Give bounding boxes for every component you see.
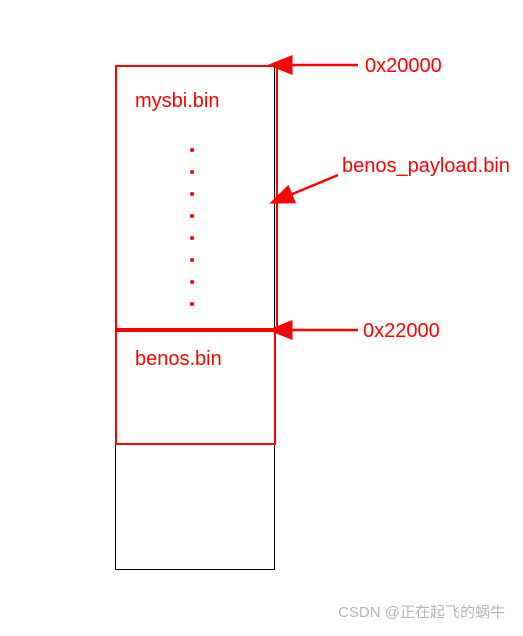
ellipsis-dots xyxy=(190,130,194,324)
label-address-top: 0x20000 xyxy=(365,55,442,78)
label-benos: benos.bin xyxy=(135,348,222,371)
arrow-to-payload xyxy=(290,175,338,195)
label-mysbi: mysbi.bin xyxy=(135,90,219,113)
label-address-mid: 0x22000 xyxy=(363,320,440,343)
watermark-text: CSDN @正在起飞的蜗牛 xyxy=(338,601,505,622)
label-payload: benos_payload.bin xyxy=(342,155,510,178)
memory-layout-diagram: mysbi.bin benos.bin 0x20000 benos_payloa… xyxy=(0,0,523,636)
